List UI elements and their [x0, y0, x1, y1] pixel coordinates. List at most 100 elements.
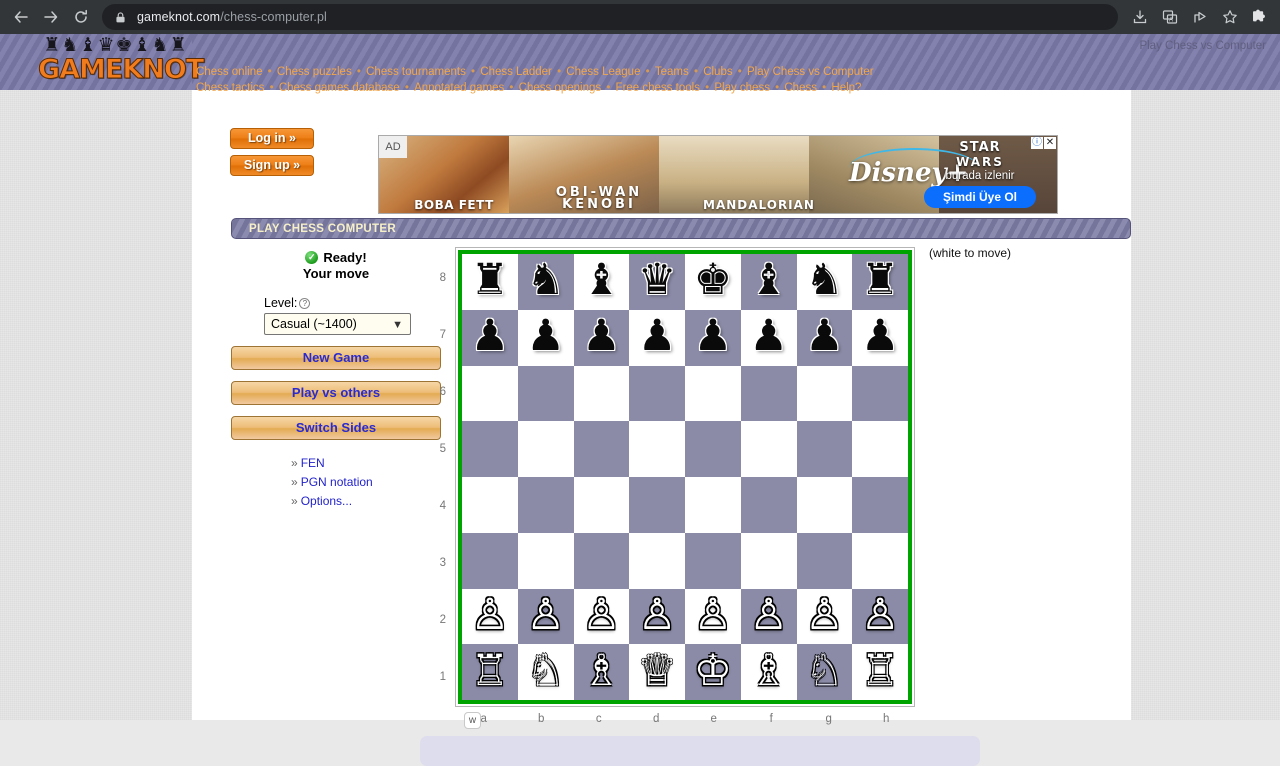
nav-item-help[interactable]: Help?: [831, 82, 861, 94]
board-square-c8[interactable]: ♝: [574, 254, 630, 310]
board-square-b4[interactable]: [518, 477, 574, 533]
chess-piece-e1[interactable]: ♔: [694, 648, 733, 694]
chess-piece-h8[interactable]: ♜: [861, 257, 900, 303]
chess-piece-d1[interactable]: ♕: [638, 648, 677, 694]
advertisement-banner[interactable]: AD BOBA FETT OBI-WAN KENOBI MANDALORIAN …: [378, 135, 1058, 214]
share-icon[interactable]: [1186, 3, 1214, 31]
board-square-d8[interactable]: ♛: [629, 254, 685, 310]
ad-subscribe-button[interactable]: Şimdi Üye Ol: [924, 186, 1036, 208]
nav-item-chess-openings[interactable]: Chess openings: [519, 82, 601, 94]
chess-piece-a7[interactable]: ♟: [471, 313, 510, 359]
chess-piece-a2[interactable]: ♙: [471, 592, 510, 638]
board-square-e2[interactable]: ♙: [685, 589, 741, 645]
flip-board-button[interactable]: w: [464, 712, 481, 729]
chess-piece-h7[interactable]: ♟: [861, 313, 900, 359]
nav-item-clubs[interactable]: Clubs: [703, 66, 732, 78]
chess-piece-b1[interactable]: ♘: [526, 648, 565, 694]
nav-item-chess-puzzles[interactable]: Chess puzzles: [277, 66, 352, 78]
back-arrow-icon[interactable]: [6, 2, 36, 32]
chess-piece-c2[interactable]: ♙: [582, 592, 621, 638]
nav-item-play-chess[interactable]: Play chess: [714, 82, 770, 94]
switch-sides-button[interactable]: Switch Sides: [231, 416, 441, 440]
board-square-b8[interactable]: ♞: [518, 254, 574, 310]
level-select[interactable]: Casual (~1400) ▼: [264, 313, 411, 335]
chess-piece-c7[interactable]: ♟: [582, 313, 621, 359]
board-square-g6[interactable]: [797, 366, 853, 422]
new-game-button[interactable]: New Game: [231, 346, 441, 370]
translate-icon[interactable]: A: [1156, 3, 1184, 31]
board-square-a2[interactable]: ♙: [462, 589, 518, 645]
nav-item-chess-tournaments[interactable]: Chess tournaments: [366, 66, 466, 78]
pgn-notation-link[interactable]: PGN notation: [301, 475, 373, 489]
ad-close-icon[interactable]: ✕: [1044, 137, 1056, 149]
board-square-f2[interactable]: ♙: [741, 589, 797, 645]
board-square-a7[interactable]: ♟: [462, 310, 518, 366]
board-square-h1[interactable]: ♖: [852, 644, 908, 700]
board-square-f3[interactable]: [741, 533, 797, 589]
board-square-d6[interactable]: [629, 366, 685, 422]
chess-piece-g7[interactable]: ♟: [805, 313, 844, 359]
board-square-g1[interactable]: ♘: [797, 644, 853, 700]
board-square-b6[interactable]: [518, 366, 574, 422]
chess-piece-c8[interactable]: ♝: [582, 257, 621, 303]
nav-item-chess-league[interactable]: Chess League: [566, 66, 640, 78]
chess-piece-f1[interactable]: ♗: [749, 648, 788, 694]
board-square-g7[interactable]: ♟: [797, 310, 853, 366]
board-square-e4[interactable]: [685, 477, 741, 533]
board-square-f1[interactable]: ♗: [741, 644, 797, 700]
board-square-c3[interactable]: [574, 533, 630, 589]
chess-piece-f2[interactable]: ♙: [749, 592, 788, 638]
chess-piece-g2[interactable]: ♙: [805, 592, 844, 638]
chess-piece-e2[interactable]: ♙: [694, 592, 733, 638]
board-square-g2[interactable]: ♙: [797, 589, 853, 645]
board-square-c1[interactable]: ♗: [574, 644, 630, 700]
board-square-e8[interactable]: ♚: [685, 254, 741, 310]
nav-item-chess[interactable]: Chess: [784, 82, 817, 94]
chess-piece-d2[interactable]: ♙: [638, 592, 677, 638]
download-icon[interactable]: [1126, 3, 1154, 31]
nav-item-chess-games-database[interactable]: Chess games database: [279, 82, 400, 94]
board-square-a4[interactable]: [462, 477, 518, 533]
chess-piece-a1[interactable]: ♖: [471, 648, 510, 694]
board-square-d1[interactable]: ♕: [629, 644, 685, 700]
chess-piece-b2[interactable]: ♙: [526, 592, 565, 638]
board-square-c5[interactable]: [574, 421, 630, 477]
board-square-a3[interactable]: [462, 533, 518, 589]
board-square-a6[interactable]: [462, 366, 518, 422]
board-square-b7[interactable]: ♟: [518, 310, 574, 366]
board-square-b5[interactable]: [518, 421, 574, 477]
chess-piece-e7[interactable]: ♟: [694, 313, 733, 359]
question-mark-icon[interactable]: ?: [299, 298, 310, 309]
board-square-e6[interactable]: [685, 366, 741, 422]
board-square-h8[interactable]: ♜: [852, 254, 908, 310]
board-square-c4[interactable]: [574, 477, 630, 533]
chess-piece-d7[interactable]: ♟: [638, 313, 677, 359]
board-square-h4[interactable]: [852, 477, 908, 533]
board-square-d4[interactable]: [629, 477, 685, 533]
board-square-f8[interactable]: ♝: [741, 254, 797, 310]
board-square-g5[interactable]: [797, 421, 853, 477]
nav-item-chess-tactics[interactable]: Chess tactics: [196, 82, 264, 94]
chess-piece-a8[interactable]: ♜: [471, 257, 510, 303]
chess-piece-g8[interactable]: ♞: [805, 257, 844, 303]
fen-link[interactable]: FEN: [301, 456, 325, 470]
extensions-puzzle-icon[interactable]: [1246, 3, 1274, 31]
nav-item-annotated-games[interactable]: Annotated games: [414, 82, 504, 94]
board-square-a5[interactable]: [462, 421, 518, 477]
board-square-c6[interactable]: [574, 366, 630, 422]
board-square-h2[interactable]: ♙: [852, 589, 908, 645]
board-square-b3[interactable]: [518, 533, 574, 589]
play-vs-others-button[interactable]: Play vs others: [231, 381, 441, 405]
login-button[interactable]: Log in »: [230, 128, 314, 149]
board-square-f6[interactable]: [741, 366, 797, 422]
board-square-h5[interactable]: [852, 421, 908, 477]
chess-piece-e8[interactable]: ♚: [694, 257, 733, 303]
chess-piece-c1[interactable]: ♗: [582, 648, 621, 694]
board-square-c2[interactable]: ♙: [574, 589, 630, 645]
chessboard[interactable]: ♜♞♝♛♚♝♞♜♟♟♟♟♟♟♟♟♙♙♙♙♙♙♙♙♖♘♗♕♔♗♘♖: [458, 250, 912, 704]
reload-icon[interactable]: [66, 2, 96, 32]
board-square-d3[interactable]: [629, 533, 685, 589]
options-link[interactable]: Options...: [301, 494, 352, 508]
board-square-f7[interactable]: ♟: [741, 310, 797, 366]
board-square-h7[interactable]: ♟: [852, 310, 908, 366]
